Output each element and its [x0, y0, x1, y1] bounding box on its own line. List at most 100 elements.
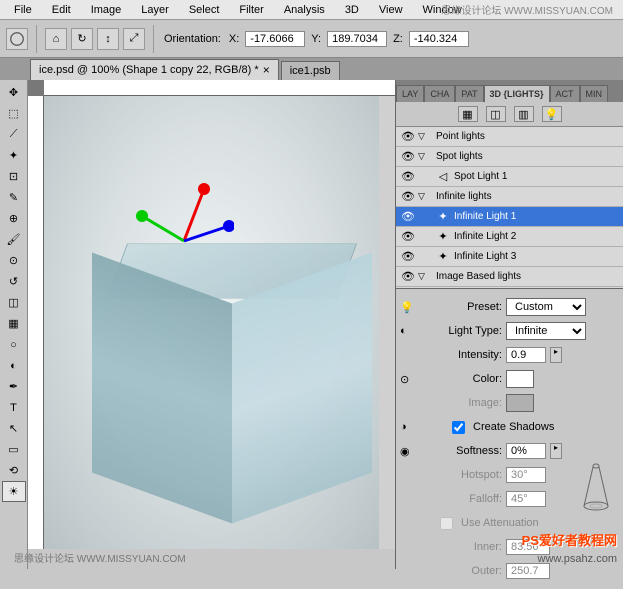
document-canvas[interactable]: [44, 96, 379, 549]
tool-preset-icon[interactable]: [6, 28, 28, 50]
shadow-icon[interactable]: ◑: [400, 421, 407, 433]
menu-file[interactable]: File: [4, 2, 42, 18]
visibility-icon[interactable]: 👁: [398, 270, 418, 283]
scene-icon[interactable]: ▦: [458, 106, 478, 122]
visibility-icon[interactable]: 👁: [398, 210, 418, 223]
softness-field[interactable]: [506, 443, 546, 459]
tab-layers[interactable]: LAY: [396, 85, 424, 102]
lighttype-label: Light Type:: [440, 325, 502, 337]
lights-section-icon[interactable]: 💡: [542, 106, 562, 122]
visibility-icon[interactable]: 👁: [398, 250, 418, 263]
lasso-tool[interactable]: ⟋: [2, 124, 26, 145]
marquee-tool[interactable]: ⬚: [2, 103, 26, 124]
scale-icon[interactable]: ⤢: [123, 28, 145, 50]
heal-tool[interactable]: ⊕: [2, 208, 26, 229]
point-lights-group[interactable]: 👁▽Point lights: [396, 127, 623, 147]
menu-layer[interactable]: Layer: [131, 2, 179, 18]
blur-tool[interactable]: ○: [2, 334, 26, 355]
tab-min[interactable]: MIN: [580, 85, 609, 102]
shadows-checkbox[interactable]: [452, 421, 465, 434]
preset-select[interactable]: Custom: [506, 298, 586, 316]
tab-3d-lights[interactable]: 3D {LIGHTS}: [484, 85, 550, 102]
close-icon[interactable]: ×: [263, 63, 270, 77]
menu-analysis[interactable]: Analysis: [274, 2, 335, 18]
doc-tab-2[interactable]: ice1.psb: [281, 61, 340, 80]
twisty-icon[interactable]: ▽: [418, 151, 434, 162]
rotate-icon[interactable]: ↻: [71, 28, 93, 50]
panel-tabs: LAY CHA PAT 3D {LIGHTS} ACT MIN: [396, 80, 623, 102]
falloff-label: Falloff:: [440, 493, 502, 505]
light-type-icon[interactable]: ◐: [400, 325, 407, 337]
3d-rotate-tool[interactable]: ⟲: [2, 460, 26, 481]
color-swatch[interactable]: [506, 370, 534, 388]
light-cone-diagram: [581, 461, 611, 511]
twisty-icon[interactable]: ▽: [418, 131, 434, 142]
eraser-tool[interactable]: ◫: [2, 292, 26, 313]
visibility-icon[interactable]: 👁: [398, 230, 418, 243]
toolbox: ✥ ⬚ ⟋ ✦ ⊡ ✎ ⊕ 🖌 ⊙ ↺ ◫ ▦ ○ ◐ ✒ T ↖ ▭ ⟲ ☀: [0, 80, 28, 569]
wand-tool[interactable]: ✦: [2, 145, 26, 166]
materials-icon[interactable]: ▥: [514, 106, 534, 122]
menu-select[interactable]: Select: [179, 2, 230, 18]
softness-icon[interactable]: ◉: [400, 445, 410, 458]
pen-tool[interactable]: ✒: [2, 376, 26, 397]
intensity-field[interactable]: [506, 347, 546, 363]
visibility-icon[interactable]: 👁: [398, 150, 418, 163]
path-tool[interactable]: ↖: [2, 418, 26, 439]
attenuation-label: Use Attenuation: [461, 517, 539, 529]
brush-tool[interactable]: 🖌: [2, 229, 26, 250]
infinite-light-2[interactable]: 👁✦Infinite Light 2: [396, 227, 623, 247]
menu-view[interactable]: View: [369, 2, 413, 18]
spotlight-icon: ◁: [434, 170, 452, 183]
infinite-lights-group[interactable]: 👁▽Infinite lights: [396, 187, 623, 207]
dodge-tool[interactable]: ◐: [2, 355, 26, 376]
visibility-icon[interactable]: 👁: [398, 130, 418, 143]
intensity-stepper[interactable]: ▸: [550, 347, 562, 363]
mesh-icon[interactable]: ◫: [486, 106, 506, 122]
visibility-icon[interactable]: 👁: [398, 190, 418, 203]
menu-edit[interactable]: Edit: [42, 2, 81, 18]
shape-tool[interactable]: ▭: [2, 439, 26, 460]
eyedropper-tool[interactable]: ✎: [2, 187, 26, 208]
ruler-horizontal[interactable]: [44, 80, 395, 96]
menu-image[interactable]: Image: [81, 2, 132, 18]
lights-list: 👁▽Point lights 👁▽Spot lights 👁◁Spot Ligh…: [396, 127, 623, 289]
gradient-tool[interactable]: ▦: [2, 313, 26, 334]
3d-gizmo[interactable]: [134, 181, 234, 261]
shadows-label: Create Shadows: [473, 421, 554, 433]
move-tool[interactable]: ✥: [2, 82, 26, 103]
tab-paths[interactable]: PAT: [455, 85, 483, 102]
image-based-lights-group[interactable]: 👁▽Image Based lights: [396, 267, 623, 287]
point-at-icon[interactable]: ⊙: [400, 373, 409, 386]
drag-icon[interactable]: ↕: [97, 28, 119, 50]
type-tool[interactable]: T: [2, 397, 26, 418]
3d-light-tool[interactable]: ☀: [2, 481, 26, 502]
twisty-icon[interactable]: ▽: [418, 191, 434, 202]
home-icon[interactable]: ⌂: [45, 28, 67, 50]
ruler-vertical[interactable]: [28, 96, 44, 569]
y-field[interactable]: [327, 31, 387, 47]
stamp-tool[interactable]: ⊙: [2, 250, 26, 271]
spot-light-1[interactable]: 👁◁Spot Light 1: [396, 167, 623, 187]
softness-stepper[interactable]: ▸: [550, 443, 562, 459]
history-brush-tool[interactable]: ↺: [2, 271, 26, 292]
infinite-light-3[interactable]: 👁✦Infinite Light 3: [396, 247, 623, 267]
infinite-light-1[interactable]: 👁✦Infinite Light 1: [396, 207, 623, 227]
z-field[interactable]: [409, 31, 469, 47]
x-field[interactable]: [245, 31, 305, 47]
color-label: Color:: [440, 373, 502, 385]
scrollbar-vertical[interactable]: [379, 96, 395, 549]
lighttype-select[interactable]: Infinite: [506, 322, 586, 340]
crop-tool[interactable]: ⊡: [2, 166, 26, 187]
tab-actions[interactable]: ACT: [550, 85, 580, 102]
menu-3d[interactable]: 3D: [335, 2, 369, 18]
y-label: Y:: [311, 33, 321, 45]
visibility-icon[interactable]: 👁: [398, 170, 418, 183]
twisty-icon[interactable]: ▽: [418, 271, 434, 282]
new-light-icon[interactable]: 💡: [400, 301, 414, 314]
spot-lights-group[interactable]: 👁▽Spot lights: [396, 147, 623, 167]
menu-filter[interactable]: Filter: [229, 2, 273, 18]
tab-channels[interactable]: CHA: [424, 85, 455, 102]
doc-tab-1[interactable]: ice.psd @ 100% (Shape 1 copy 22, RGB/8) …: [30, 59, 279, 80]
infinite-light-icon: ✦: [434, 250, 452, 263]
